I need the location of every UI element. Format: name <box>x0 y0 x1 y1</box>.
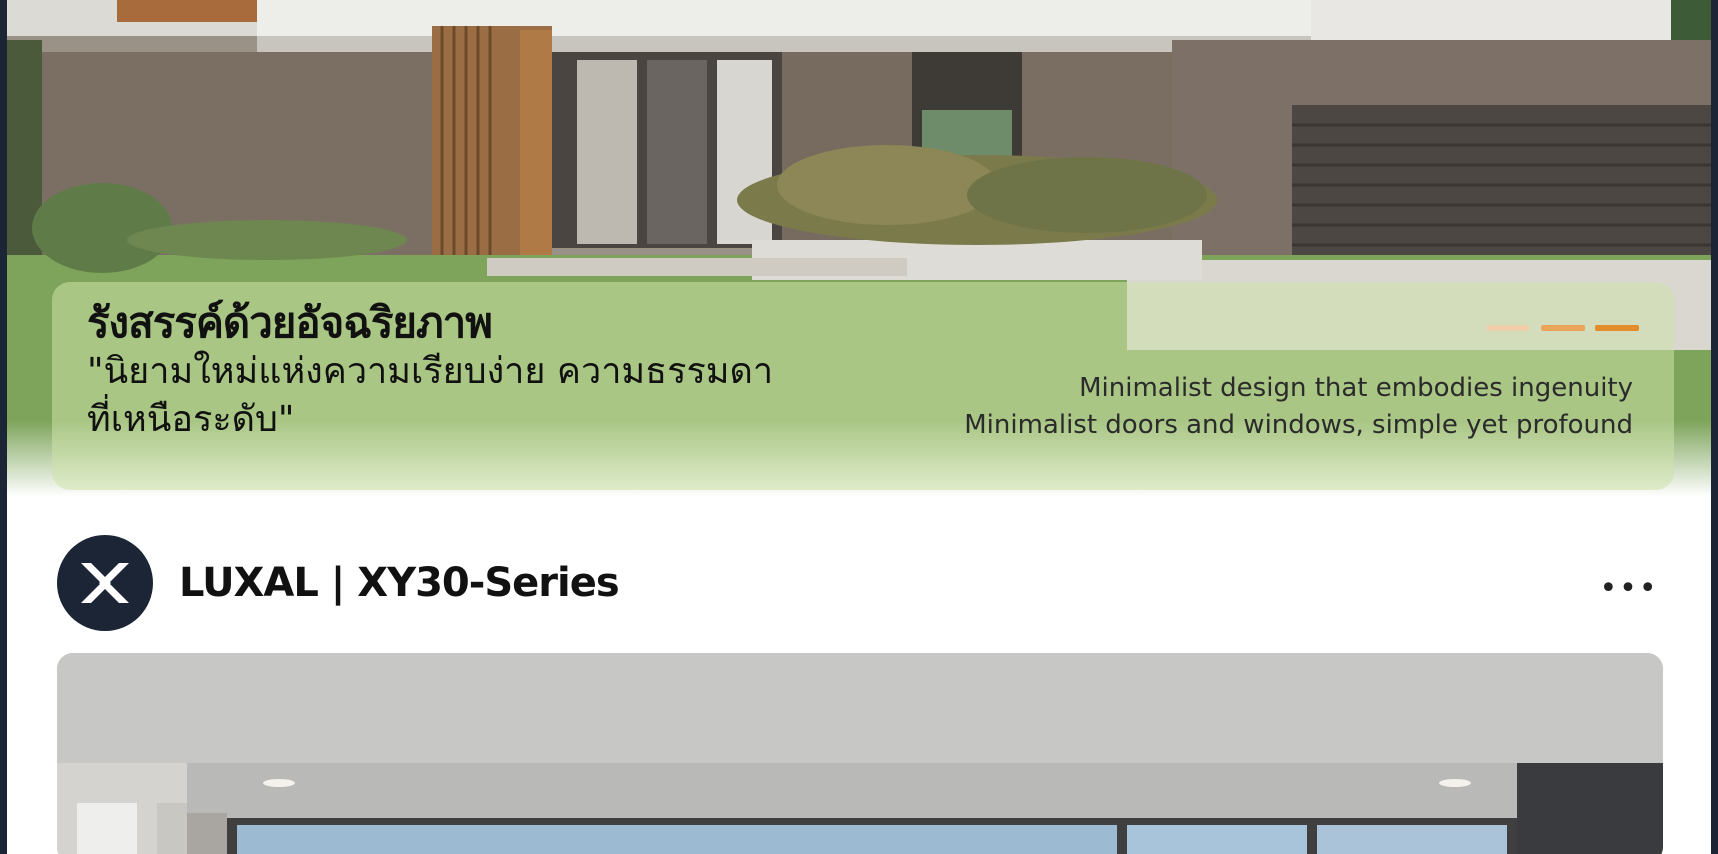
slide-indicator-1[interactable] <box>1487 325 1529 331</box>
brand-title: LUXAL | XY30-Series <box>179 560 620 606</box>
screen-frame: รังสรรค์ด้วยอัจฉริยภาพ "นิยามใหม่แห่งควา… <box>7 0 1711 854</box>
hero-tagline-1: Minimalist design that embodies ingenuit… <box>1079 373 1633 403</box>
interior-photo <box>57 653 1663 854</box>
x-mark-icon <box>81 563 129 603</box>
hero-subhead: "นิยามใหม่แห่งความเรียบง่าย ความธรรมดาที… <box>87 351 774 440</box>
hero-headline: รังสรรค์ด้วยอัจฉริยภาพ <box>87 298 493 347</box>
more-options-icon[interactable]: ••• <box>1599 574 1659 606</box>
brand-logo[interactable] <box>57 535 153 631</box>
hero-banner: รังสรรค์ด้วยอัจฉริยภาพ "นิยามใหม่แห่งควา… <box>7 0 1711 500</box>
interior-image <box>57 653 1663 854</box>
slide-indicator-2[interactable] <box>1541 325 1585 331</box>
slide-indicator-3[interactable] <box>1595 325 1639 331</box>
hero-tagline-2: Minimalist doors and windows, simple yet… <box>964 410 1633 440</box>
